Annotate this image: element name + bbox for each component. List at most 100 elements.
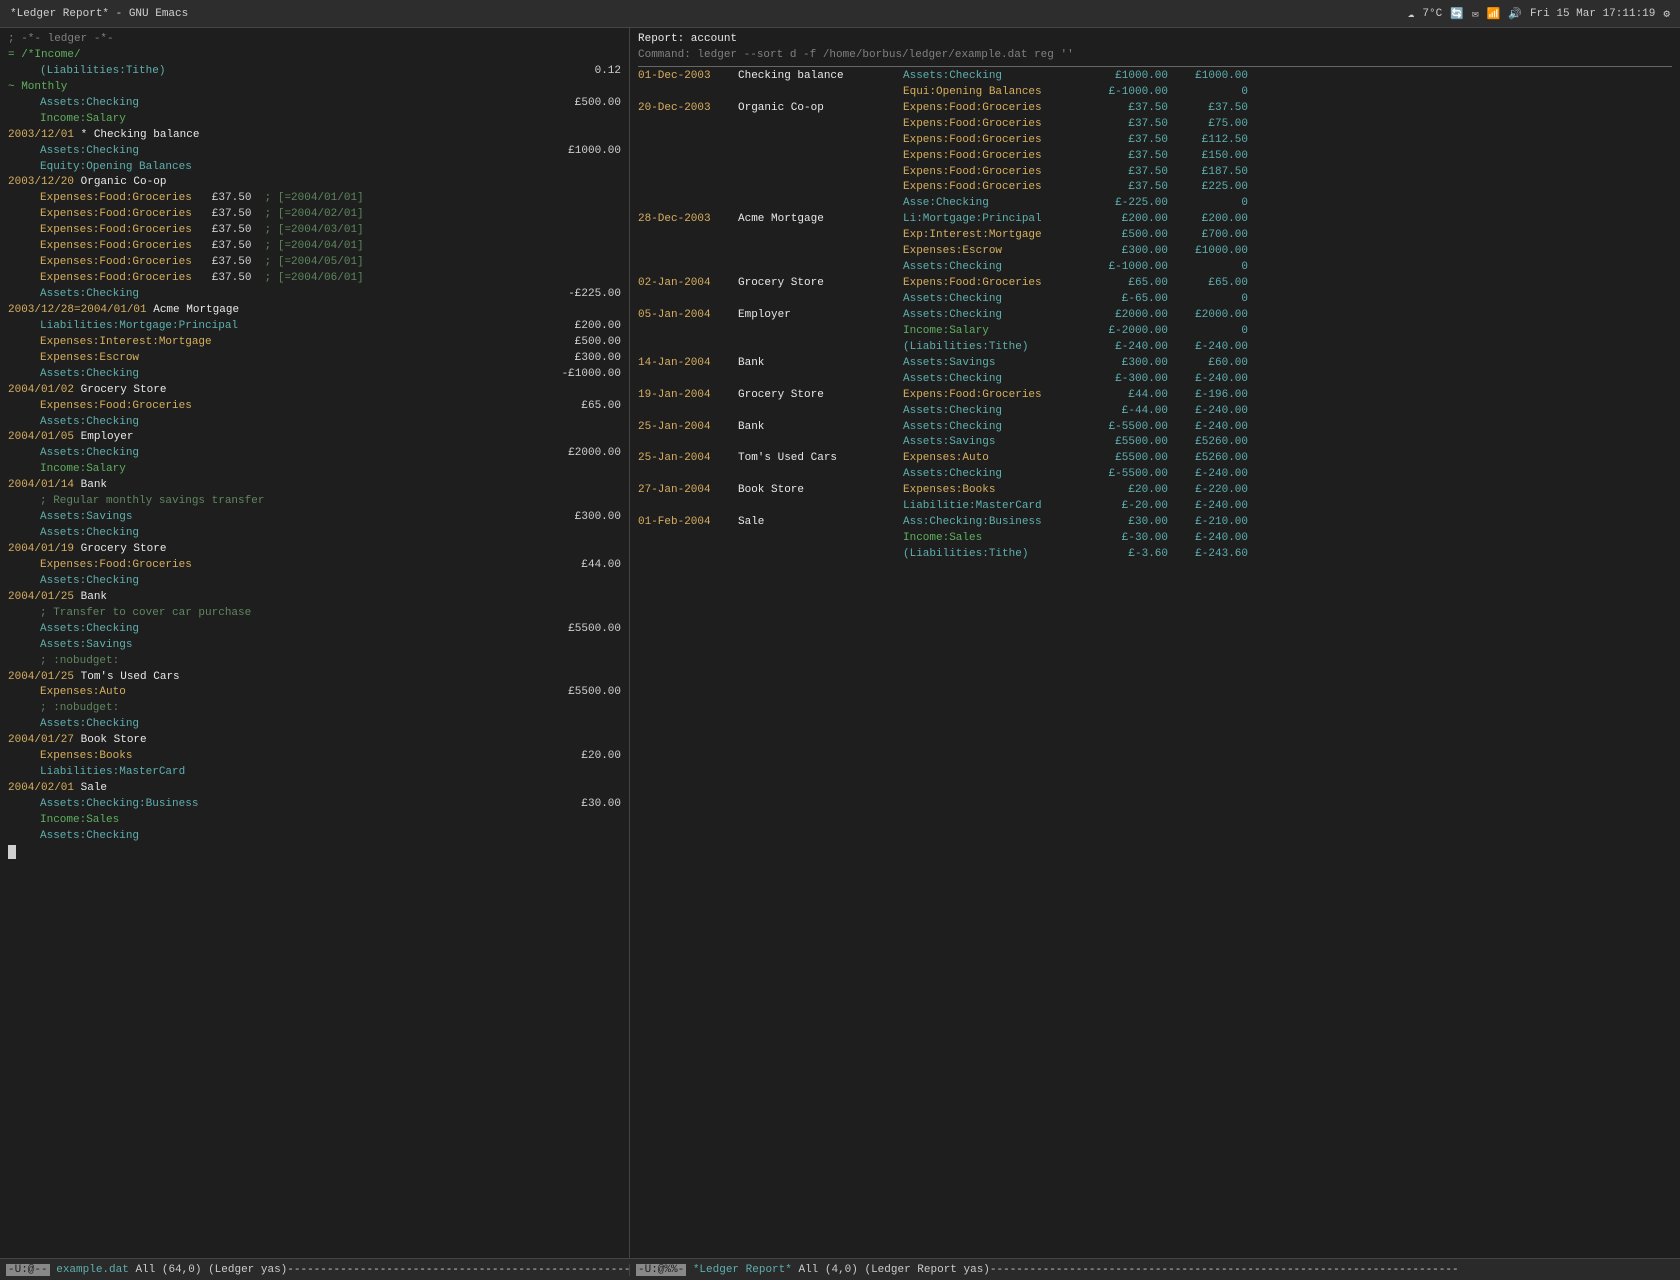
tx-1-account-1: Assets:Checking [8, 144, 139, 160]
tx-2-c3: ; [=2004/03/01] [251, 223, 363, 239]
row-amount1: £37.50 [1088, 101, 1168, 117]
row-amount2: £60.00 [1168, 356, 1248, 372]
report-row-0: 01-Dec-2003Checking balanceAssets:Checki… [638, 69, 1672, 85]
row-amount1: £37.50 [1088, 149, 1168, 165]
datetime: Fri 15 Mar 17:11:19 [1530, 8, 1655, 20]
row-date: 01-Dec-2003 [638, 69, 738, 85]
row-account: Expenses:Auto [903, 451, 1088, 467]
row-date [638, 133, 738, 149]
row-desc [738, 165, 903, 181]
row-date [638, 372, 738, 388]
email-icon[interactable]: ✉ [1472, 7, 1479, 21]
tx-g1-date: 2004/01/02 [8, 383, 81, 399]
report-row-29: Income:Sales£-30.00£-240.00 [638, 531, 1672, 547]
row-amount1: £-2000.00 [1088, 324, 1168, 340]
main-content: ; -*- ledger -*- = /*Income/ (Liabilitie… [0, 28, 1680, 1258]
report-row-26: 27-Jan-2004Book StoreExpenses:Books£20.0… [638, 483, 1672, 499]
row-account: Assets:Checking [903, 69, 1088, 85]
tx-2-a7: Assets:Checking [8, 287, 139, 303]
tx-acme-e1: Liabilities:Mortgage:Principal £200.00 [8, 319, 621, 335]
tx-b2-date: 2004/01/25 [8, 590, 81, 606]
refresh-icon[interactable]: 🔄 [1450, 7, 1464, 21]
tx-cars-amt1: £5500.00 [541, 685, 621, 701]
volume-icon[interactable]: 🔊 [1508, 7, 1522, 21]
tx-b1-amt1: £300.00 [541, 510, 621, 526]
row-account: Ass:Checking:Business [903, 515, 1088, 531]
row-date: 25-Jan-2004 [638, 451, 738, 467]
tx-2003-12-01-header: 2003/12/01 * Checking balance [8, 128, 621, 144]
row-desc [738, 547, 903, 563]
titlebar-right: ☁ 7°C 🔄 ✉ 📶 🔊 Fri 15 Mar 17:11:19 ⚙ [1408, 7, 1670, 21]
settings-icon[interactable]: ⚙ [1663, 7, 1670, 21]
row-account: Assets:Checking [903, 260, 1088, 276]
tx-1-entry-2: Equity:Opening Balances [8, 160, 621, 176]
row-amount1: £-20.00 [1088, 499, 1168, 515]
row-account: Assets:Checking [903, 308, 1088, 324]
tx-g2-date: 2004/01/19 [8, 542, 81, 558]
row-desc: Tom's Used Cars [738, 451, 903, 467]
row-desc [738, 228, 903, 244]
report-row-3: Expens:Food:Groceries£37.50£75.00 [638, 117, 1672, 133]
row-date: 14-Jan-2004 [638, 356, 738, 372]
tx-acme-header: 2003/12/28=2004/01/01 Acme Mortgage [8, 303, 621, 319]
tx-b2-amt1: £5500.00 [541, 622, 621, 638]
row-date: 28-Dec-2003 [638, 212, 738, 228]
row-account: Expens:Food:Groceries [903, 133, 1088, 149]
tx-date-1: 2003/12/01 [8, 128, 81, 144]
row-desc [738, 260, 903, 276]
tx-2-a5: Expenses:Food:Groceries [8, 255, 192, 271]
row-amount1: £37.50 [1088, 133, 1168, 149]
liabilities-tithe-amount: 0.12 [541, 64, 621, 80]
row-date [638, 165, 738, 181]
row-amount2: £-220.00 [1168, 483, 1248, 499]
row-account: Expenses:Books [903, 483, 1088, 499]
row-account: Assets:Savings [903, 356, 1088, 372]
report-row-14: Assets:Checking£-65.000 [638, 292, 1672, 308]
tx-b1-desc: Bank [81, 478, 107, 494]
tx-g2-e2: Assets:Checking [8, 574, 621, 590]
titlebar-title: *Ledger Report* - GNU Emacs [10, 8, 188, 20]
tx-2-e2: Expenses:Food:Groceries £37.50 ; [=2004/… [8, 207, 621, 223]
row-amount2: £187.50 [1168, 165, 1248, 181]
row-account: Expens:Food:Groceries [903, 117, 1088, 133]
tx-emp-a1: Assets:Checking [8, 446, 139, 462]
row-desc [738, 180, 903, 196]
tx-acme-amt4: -£1000.00 [541, 367, 621, 383]
tx-g2-e1: Expenses:Food:Groceries £44.00 [8, 558, 621, 574]
row-amount1: £37.50 [1088, 180, 1168, 196]
row-amount2: £112.50 [1168, 133, 1248, 149]
row-amount2: £-240.00 [1168, 420, 1248, 436]
tx-g1-amt1: £65.00 [541, 399, 621, 415]
row-amount2: £-240.00 [1168, 404, 1248, 420]
tx-cars-date: 2004/01/25 [8, 670, 81, 686]
statusbar: -U:@-- example.dat All (64,0) (Ledger ya… [0, 1258, 1680, 1280]
row-amount2: £65.00 [1168, 276, 1248, 292]
row-account: (Liabilities:Tithe) [903, 547, 1088, 563]
row-desc [738, 372, 903, 388]
report-row-13: 02-Jan-2004Grocery StoreExpens:Food:Groc… [638, 276, 1672, 292]
tx-acme-a1: Liabilities:Mortgage:Principal [8, 319, 238, 335]
tx-emp-a2: Income:Salary [8, 462, 126, 478]
report-row-23: Assets:Savings£5500.00£5260.00 [638, 435, 1672, 451]
row-date [638, 85, 738, 101]
tx-b2-nobudget-text: ; :nobudget: [8, 654, 119, 670]
row-date: 25-Jan-2004 [638, 420, 738, 436]
tx-cars-e1: Expenses:Auto £5500.00 [8, 685, 621, 701]
tx-sale-a2: Income:Sales [8, 813, 119, 829]
row-account: Exp:Interest:Mortgage [903, 228, 1088, 244]
row-account: Assets:Checking [903, 372, 1088, 388]
row-date [638, 244, 738, 260]
statusbar-right-filename: *Ledger Report* [693, 1264, 792, 1276]
tx-b1-date: 2004/01/14 [8, 478, 81, 494]
report-row-19: Assets:Checking£-300.00£-240.00 [638, 372, 1672, 388]
row-date: 20-Dec-2003 [638, 101, 738, 117]
tx-2-amt1: £37.50 [212, 191, 252, 207]
statusbar-left-info: All (64,0) (Ledger yas)-----------------… [135, 1264, 630, 1276]
row-desc: Grocery Store [738, 388, 903, 404]
tx-book-date: 2004/01/27 [8, 733, 81, 749]
row-desc: Acme Mortgage [738, 212, 903, 228]
tx-g1-a2: Assets:Checking [8, 415, 139, 431]
row-date [638, 435, 738, 451]
row-amount1: £-1000.00 [1088, 260, 1168, 276]
left-pane[interactable]: ; -*- ledger -*- = /*Income/ (Liabilitie… [0, 28, 630, 1258]
